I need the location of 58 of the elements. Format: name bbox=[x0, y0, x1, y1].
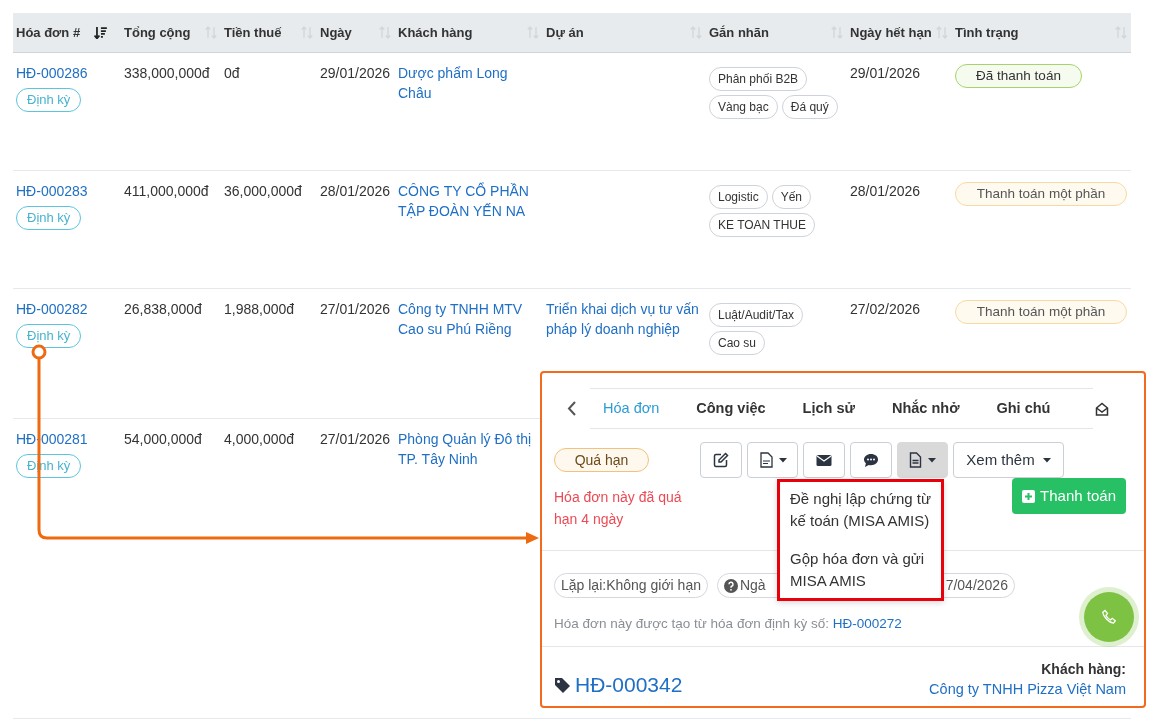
edit-icon bbox=[713, 452, 729, 468]
customer-link[interactable]: Dược phẩm Long Châu bbox=[398, 62, 539, 103]
toolbar-button[interactable] bbox=[850, 442, 892, 478]
total-amount: 26,838,000đ bbox=[124, 300, 202, 317]
total-amount: 338,000,000đ bbox=[124, 64, 210, 81]
tab[interactable]: Công việc bbox=[683, 397, 779, 420]
chevron-left-icon bbox=[567, 401, 577, 416]
invoice-date: 29/01/2026 bbox=[320, 64, 391, 81]
due-date: 29/01/2026 bbox=[850, 64, 921, 81]
email-icon bbox=[816, 453, 832, 467]
invoice-date: 27/01/2026 bbox=[320, 430, 391, 447]
tax-amount: 4,000,000đ bbox=[224, 430, 295, 447]
invoice-date: 28/01/2026 bbox=[320, 182, 391, 199]
status-badge: Thanh toán một phần bbox=[955, 299, 1127, 324]
toolbar-button[interactable] bbox=[897, 442, 948, 478]
column-header[interactable]: Tình trạng bbox=[955, 22, 1019, 42]
status-badge: Thanh toán một phần bbox=[955, 181, 1127, 206]
toolbar-button[interactable] bbox=[747, 442, 798, 478]
envelope-open-icon bbox=[1095, 401, 1110, 416]
sort-icon[interactable] bbox=[94, 25, 107, 39]
chat-bubble-icon bbox=[863, 452, 879, 468]
invoice-date: 27/01/2026 bbox=[320, 300, 391, 317]
invoice-link[interactable]: HĐ-000283 bbox=[16, 182, 88, 199]
customer-link[interactable]: Công ty TNHH Pizza Việt Nam bbox=[929, 681, 1126, 698]
warning-text: Hóa đơn này đã quá hạn 4 ngày bbox=[554, 488, 683, 529]
invoice-link[interactable]: HĐ-000282 bbox=[16, 300, 88, 317]
tab[interactable]: Lịch sử bbox=[789, 397, 868, 420]
tax-amount: 0đ bbox=[224, 64, 240, 81]
mail-tab[interactable] bbox=[1095, 401, 1110, 416]
customer-link[interactable]: CÔNG TY CỔ PHẦN TẬP ĐOÀN YẾN NA bbox=[398, 180, 539, 221]
toolbar-button[interactable] bbox=[803, 442, 845, 478]
toolbar-button[interactable]: Xem thêm bbox=[953, 442, 1064, 478]
invoice-link[interactable]: HĐ-000286 bbox=[16, 64, 88, 81]
total-amount: 411,000,000đ bbox=[124, 182, 209, 199]
document-icon bbox=[909, 452, 922, 468]
customer-label: Khách hàng: bbox=[1040, 660, 1126, 680]
due-date: 27/02/2026 bbox=[850, 300, 921, 317]
menu-item[interactable]: Đề nghị lập chứng từ kế toán (MISA AMIS) bbox=[790, 488, 931, 532]
toolbar-button[interactable] bbox=[700, 442, 742, 478]
tax-amount: 1,988,000đ bbox=[224, 300, 295, 317]
status-badge: Đã thanh toán bbox=[955, 63, 1082, 88]
column-header[interactable]: Dự án bbox=[546, 22, 584, 42]
project-link[interactable]: Triển khai dịch vụ tư vấn pháp lý doanh nghiệp bbox=[546, 298, 702, 339]
invoice-number[interactable]: HĐ-000342 bbox=[575, 671, 683, 700]
tax-amount: 36,000,000đ bbox=[224, 182, 302, 199]
customer-link[interactable]: Công ty TNHH MTV Cao su Phú Riềng bbox=[398, 298, 539, 339]
tab[interactable]: Ghi chú bbox=[983, 397, 1064, 420]
plus-icon bbox=[1022, 489, 1036, 503]
tab[interactable]: Nhắc nhở bbox=[878, 397, 973, 420]
invoice-link[interactable]: HĐ-000272 bbox=[832, 616, 902, 631]
document-icon bbox=[758, 452, 773, 468]
help-icon bbox=[723, 578, 738, 593]
due-date: 28/01/2026 bbox=[850, 182, 921, 199]
tag-icon bbox=[554, 676, 571, 694]
total-amount: 54,000,000đ bbox=[124, 430, 202, 447]
status-badge: Quá hạn bbox=[554, 448, 649, 472]
phone-icon bbox=[1100, 608, 1118, 626]
customer-link[interactable]: Phòng Quản lý Đô thị TP. Tây Ninh bbox=[398, 428, 539, 469]
